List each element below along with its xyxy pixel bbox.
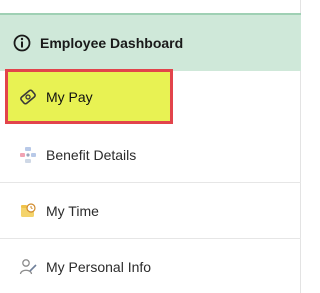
menu-item-label: My Pay — [46, 88, 93, 105]
employee-menu: Employee Dashboard My Pay Benefit Detail… — [0, 0, 301, 293]
user-edit-icon — [18, 257, 38, 277]
menu-item-label: My Time — [46, 202, 99, 219]
menu-item-my-personal-info[interactable]: My Personal Info — [0, 239, 301, 293]
header-title: Employee Dashboard — [40, 35, 184, 51]
menu-item-benefit-details[interactable]: Benefit Details — [0, 127, 301, 183]
tag-money-icon — [18, 87, 38, 107]
employee-dashboard-header[interactable]: Employee Dashboard — [0, 13, 301, 71]
info-circle-icon — [13, 34, 31, 52]
clock-folder-icon — [18, 201, 38, 221]
menu-item-label: Benefit Details — [46, 146, 137, 163]
menu-item-label: My Personal Info — [46, 258, 152, 275]
benefits-icon — [18, 145, 38, 165]
menu-item-my-time[interactable]: My Time — [0, 183, 301, 239]
menu-item-my-pay[interactable]: My Pay — [5, 69, 173, 124]
